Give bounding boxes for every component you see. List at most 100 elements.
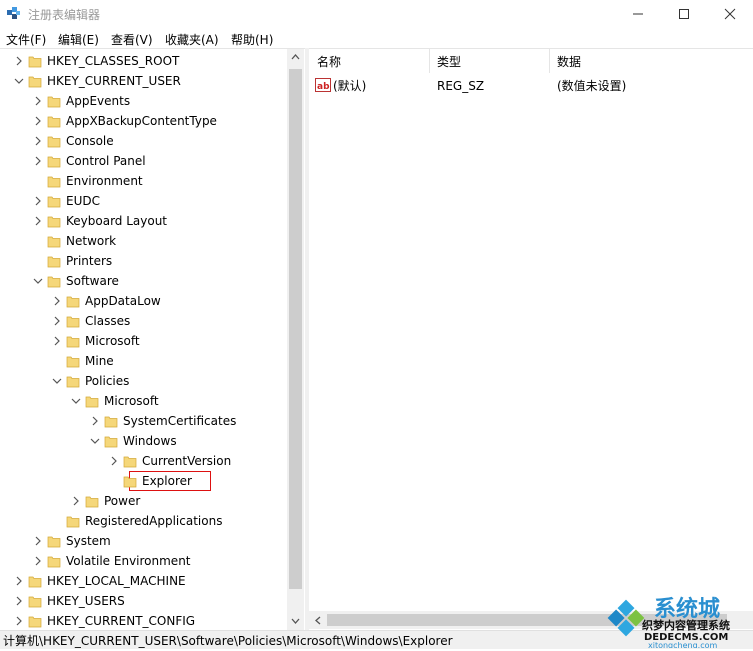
chevron-down-icon[interactable] <box>33 271 43 291</box>
tree-scroll-thumb[interactable] <box>289 69 302 589</box>
tree-item[interactable]: Windows <box>0 431 287 451</box>
scroll-down-icon[interactable] <box>291 617 300 625</box>
tree-item[interactable]: Software <box>0 271 287 291</box>
close-button[interactable] <box>707 0 753 28</box>
tree-item[interactable]: Classes <box>0 311 287 331</box>
folder-icon <box>47 156 61 168</box>
tree-item-label: AppXBackupContentType <box>66 114 217 128</box>
chevron-down-icon[interactable] <box>71 391 81 411</box>
chevron-right-icon[interactable] <box>33 111 43 131</box>
column-header-data[interactable]: 数据 <box>557 53 581 70</box>
scroll-up-icon[interactable] <box>291 53 300 61</box>
chevron-down-icon[interactable] <box>90 431 100 451</box>
tree-item[interactable]: HKEY_CURRENT_USER <box>0 71 287 91</box>
menu-file[interactable]: 文件(F) <box>6 31 46 48</box>
string-value-icon: ab <box>315 78 331 92</box>
tree-item[interactable]: Console <box>0 131 287 151</box>
folder-icon <box>104 416 118 428</box>
tree-item-label: System <box>66 534 111 548</box>
chevron-right-icon[interactable] <box>33 551 43 571</box>
folder-icon <box>66 316 80 328</box>
chevron-right-icon[interactable] <box>33 151 43 171</box>
folder-icon <box>66 516 80 528</box>
tree-item-label: Console <box>66 134 114 148</box>
column-header-name[interactable]: 名称 <box>317 53 341 70</box>
tree-item[interactable]: EUDC <box>0 191 287 211</box>
folder-icon <box>47 556 61 568</box>
svg-text:织梦内容管理系统: 织梦内容管理系统 <box>642 618 730 632</box>
chevron-right-icon[interactable] <box>14 571 24 591</box>
menu-favorites[interactable]: 收藏夹(A) <box>165 31 219 48</box>
minimize-button[interactable] <box>615 0 661 28</box>
chevron-right-icon[interactable] <box>33 91 43 111</box>
menu-view[interactable]: 查看(V) <box>111 31 153 48</box>
tree-item-label: RegisteredApplications <box>85 514 223 528</box>
tree-item[interactable]: RegisteredApplications <box>0 511 287 531</box>
tree-item-label: HKEY_CURRENT_CONFIG <box>47 614 196 628</box>
chevron-right-icon[interactable] <box>14 611 24 631</box>
menu-help[interactable]: 帮助(H) <box>231 31 273 48</box>
tree-item[interactable]: HKEY_LOCAL_MACHINE <box>0 571 287 591</box>
maximize-button[interactable] <box>661 0 707 28</box>
svg-text:ab: ab <box>317 82 330 92</box>
folder-icon <box>123 476 137 488</box>
tree-vertical-scrollbar[interactable] <box>287 49 304 631</box>
chevron-down-icon[interactable] <box>14 71 24 91</box>
chevron-right-icon[interactable] <box>14 591 24 611</box>
chevron-right-icon[interactable] <box>33 211 43 231</box>
tree-item[interactable]: AppDataLow <box>0 291 287 311</box>
value-row[interactable]: ab (默认) REG_SZ (数值未设置) <box>309 76 753 96</box>
column-divider[interactable] <box>549 49 550 73</box>
tree-item[interactable]: System <box>0 531 287 551</box>
chevron-right-icon[interactable] <box>90 411 100 431</box>
menu-edit[interactable]: 编辑(E) <box>58 31 99 48</box>
tree-item[interactable]: HKEY_USERS <box>0 591 287 611</box>
tree-item[interactable]: AppXBackupContentType <box>0 111 287 131</box>
column-divider[interactable] <box>429 49 430 73</box>
tree-item[interactable]: Power <box>0 491 287 511</box>
tree-item[interactable]: AppEvents <box>0 91 287 111</box>
tree-item[interactable]: Environment <box>0 171 287 191</box>
tree-item[interactable]: Control Panel <box>0 151 287 171</box>
folder-icon <box>47 236 61 248</box>
tree-item-label: Policies <box>85 374 130 388</box>
chevron-right-icon[interactable] <box>52 291 62 311</box>
scroll-left-icon[interactable] <box>314 616 322 625</box>
tree-item[interactable]: Microsoft <box>0 331 287 351</box>
value-data: (数值未设置) <box>557 79 627 93</box>
tree-item[interactable]: SystemCertificates <box>0 411 287 431</box>
tree-item[interactable]: CurrentVersion <box>0 451 287 471</box>
tree-item[interactable]: Keyboard Layout <box>0 211 287 231</box>
folder-icon <box>47 536 61 548</box>
tree-item[interactable]: Microsoft <box>0 391 287 411</box>
chevron-right-icon[interactable] <box>33 131 43 151</box>
tree-item[interactable]: Explorer <box>0 471 287 491</box>
chevron-right-icon[interactable] <box>52 311 62 331</box>
tree-item[interactable]: Network <box>0 231 287 251</box>
tree-item[interactable]: HKEY_CLASSES_ROOT <box>0 51 287 71</box>
chevron-right-icon[interactable] <box>14 51 24 71</box>
chevron-right-icon[interactable] <box>71 491 81 511</box>
chevron-right-icon[interactable] <box>109 451 119 471</box>
tree-item-label: HKEY_CURRENT_USER <box>47 74 181 88</box>
chevron-right-icon[interactable] <box>52 331 62 351</box>
chevron-right-icon[interactable] <box>33 531 43 551</box>
folder-icon <box>47 116 61 128</box>
column-header-type[interactable]: 类型 <box>437 53 461 70</box>
tree-item[interactable]: Policies <box>0 371 287 391</box>
chevron-down-icon[interactable] <box>52 371 62 391</box>
folder-icon <box>28 576 42 588</box>
chevron-right-icon[interactable] <box>33 191 43 211</box>
value-type: REG_SZ <box>437 79 485 93</box>
watermark-logo-image: 系统城 织梦内容管理系统 DEDECMS.COM xitongcheng.com <box>607 596 730 650</box>
tree-item[interactable]: Mine <box>0 351 287 371</box>
close-icon <box>724 8 736 20</box>
folder-icon <box>28 596 42 608</box>
tree-item[interactable]: HKEY_CURRENT_CONFIG <box>0 611 287 631</box>
values-pane[interactable]: 名称 类型 数据 ab (默认) REG_SZ (数值未设置) <box>309 48 753 631</box>
menu-bar: 文件(F) 编辑(E) 查看(V) 收藏夹(A) 帮助(H) <box>0 28 753 48</box>
folder-icon <box>28 56 42 68</box>
tree-item[interactable]: Printers <box>0 251 287 271</box>
registry-tree-pane[interactable]: HKEY_CLASSES_ROOT HKEY_CURRENT_USER AppEve… <box>0 48 305 631</box>
tree-item[interactable]: Volatile Environment <box>0 551 287 571</box>
